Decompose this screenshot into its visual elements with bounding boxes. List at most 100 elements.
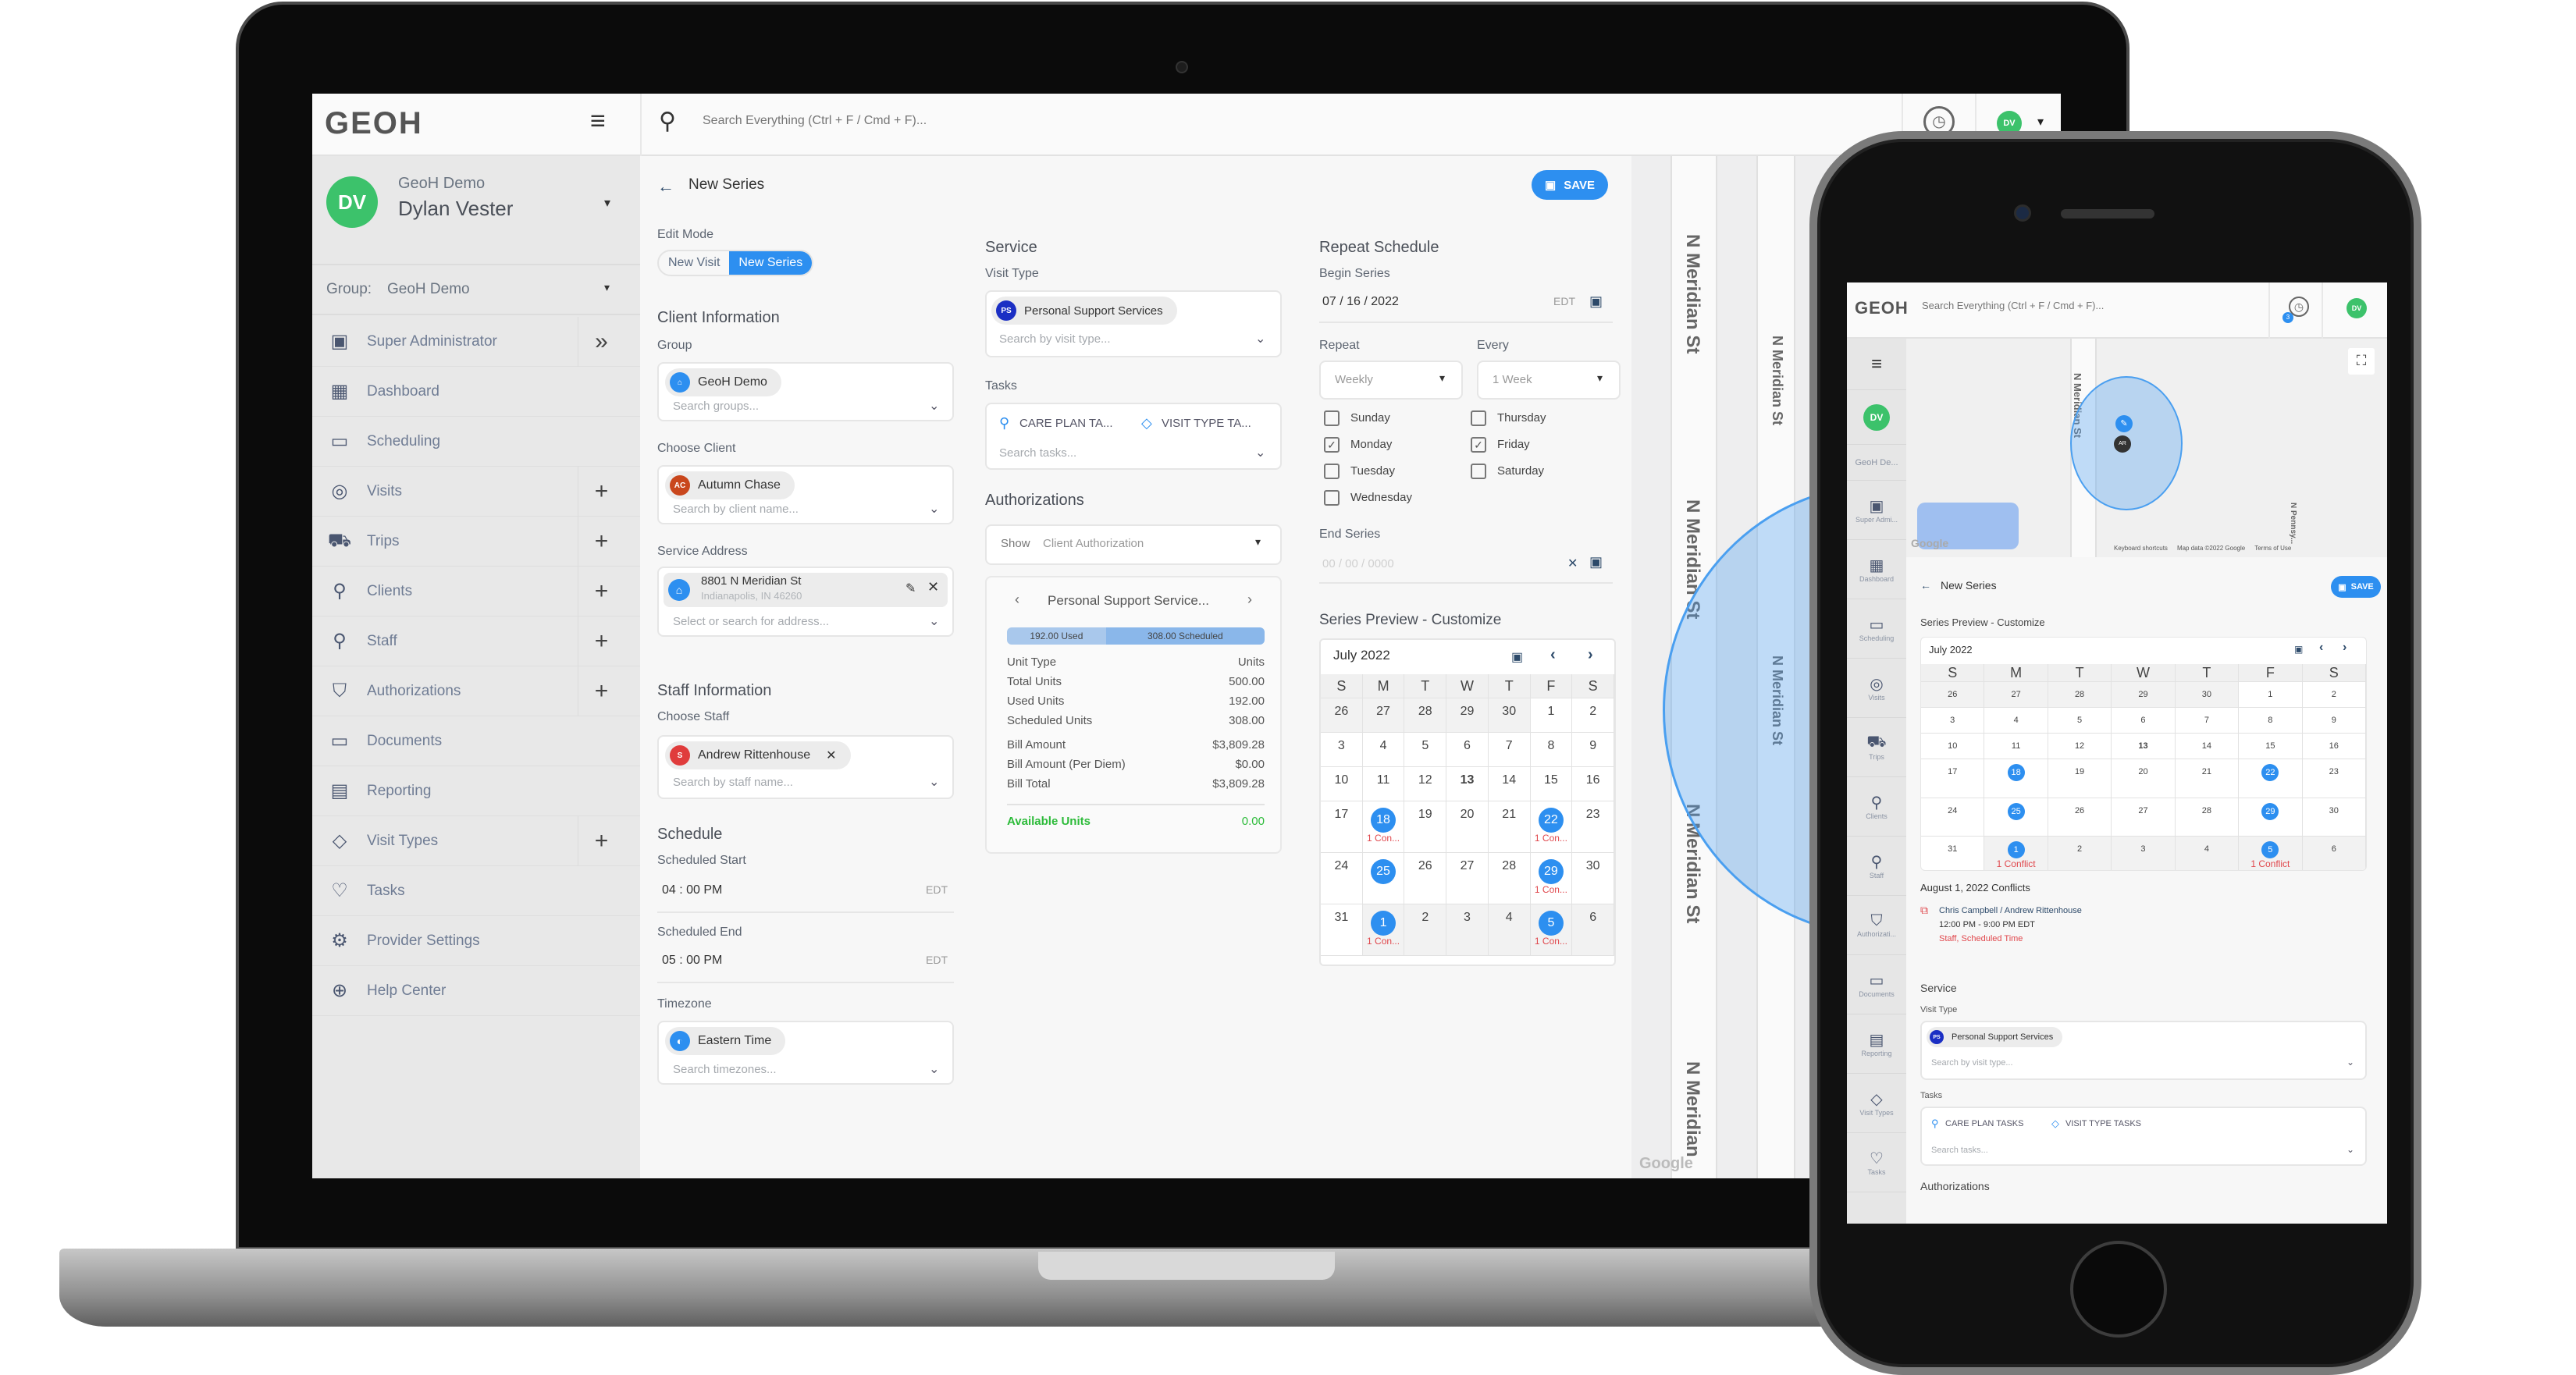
scheduled-start-input[interactable]: 04 : 00 PM EDT	[657, 879, 954, 913]
sidebar-item-documents[interactable]: ▭ Documents	[312, 716, 640, 766]
calendar-day[interactable]: 28	[1404, 698, 1447, 733]
phone-nav-item[interactable]: ▣ Super Admi...	[1847, 481, 1906, 540]
calendar-day[interactable]: 4	[1488, 904, 1531, 956]
sidebar-item-trips[interactable]: ⛟ Trips +	[312, 517, 640, 567]
edit-mode-new-visit[interactable]: New Visit	[659, 251, 729, 275]
calendar-day[interactable]: 31	[1921, 837, 1985, 870]
sidebar-item-reporting[interactable]: ▤ Reporting	[312, 766, 640, 816]
calendar-day[interactable]: 51 Con...	[1530, 904, 1573, 956]
calendar-day[interactable]: 11	[1362, 766, 1405, 801]
calendar-day[interactable]: 3	[2112, 837, 2176, 870]
add-plus-icon[interactable]: +	[578, 467, 624, 517]
checkbox-empty-icon[interactable]	[1471, 410, 1486, 426]
phone-user-avatar[interactable]: DV	[1847, 390, 1906, 445]
calendar-day[interactable]: 24	[1321, 852, 1363, 904]
keyboard-shortcuts-link[interactable]: Keyboard shortcuts	[2114, 545, 2168, 552]
calendar-day[interactable]: 29 1 Con...	[1530, 852, 1573, 904]
weekday-checkbox-thursday[interactable]: Thursday	[1471, 410, 1546, 426]
calendar-day[interactable]: 10	[1921, 734, 1985, 760]
calendar-day[interactable]: 26	[1921, 682, 1985, 709]
group-field[interactable]: ⌂ GeoH Demo Search groups... ⌄	[657, 362, 954, 421]
end-series-date-input[interactable]: 00 / 00 / 0000 ✕ ▣	[1319, 549, 1613, 584]
conflict-label[interactable]: 1 Con...	[1363, 833, 1404, 844]
calendar-day[interactable]: 4	[1362, 732, 1405, 767]
calendar-day[interactable]: 27	[2112, 798, 2176, 837]
remove-staff-x-icon[interactable]: ✕	[826, 748, 836, 763]
calendar-day[interactable]: 11 Con...	[1362, 904, 1405, 956]
calendar-day[interactable]: 26	[2048, 798, 2112, 837]
calendar-picker-icon[interactable]: ▣	[1511, 649, 1523, 665]
user-block[interactable]: DV GeoH Demo Dylan Vester ▾	[312, 156, 640, 265]
phone-nav-item[interactable]: ♡ Tasks	[1847, 1133, 1906, 1192]
checkbox-checked-icon[interactable]: ✓	[1471, 437, 1486, 453]
clear-x-icon[interactable]: ✕	[927, 579, 939, 595]
tasks-field[interactable]: ⚲ CARE PLAN TASKS ◇ VISIT TYPE TASKS Sea…	[1920, 1107, 2367, 1166]
calendar-day[interactable]: 23	[1572, 801, 1614, 853]
terms-link[interactable]: Terms of Use	[2254, 545, 2291, 552]
every-select[interactable]: 1 Week ▾	[1477, 361, 1621, 400]
weekday-checkbox-wednesday[interactable]: Wednesday	[1324, 490, 1412, 506]
calendar-day[interactable]: 19	[2048, 759, 2112, 798]
sidebar-item-super-administrator[interactable]: ▣ Super Administrator »	[312, 317, 640, 367]
sidebar-item-visits[interactable]: ◎ Visits +	[312, 467, 640, 517]
calendar-day[interactable]: 22	[2239, 759, 2303, 798]
hamburger-menu-icon[interactable]: ≡	[1847, 339, 1906, 390]
add-plus-icon[interactable]: +	[578, 616, 624, 666]
calendar-day[interactable]: 25	[1362, 852, 1405, 904]
phone-search-input[interactable]	[1922, 300, 2250, 311]
calendar-day[interactable]: 30	[1488, 698, 1531, 733]
calendar-day[interactable]: 3	[1321, 732, 1363, 767]
phone-nav-item[interactable]: ◇ Visit Types	[1847, 1074, 1906, 1133]
weekday-checkbox-tuesday[interactable]: Tuesday	[1324, 464, 1395, 479]
sidebar-item-clients[interactable]: ⚲ Clients +	[312, 567, 640, 616]
back-arrow-icon[interactable]: ←	[657, 176, 674, 197]
calendar-day[interactable]: 15	[2239, 734, 2303, 760]
calendar-day[interactable]: 13	[2112, 734, 2176, 760]
conflict-label[interactable]: 1 Con...	[1531, 884, 1572, 895]
add-plus-icon[interactable]: +	[578, 666, 624, 716]
address-field[interactable]: ⌂ 8801 N Meridian St Indianapolis, IN 46…	[657, 567, 954, 637]
sidebar-item-provider-settings[interactable]: ⚙ Provider Settings	[312, 916, 640, 966]
calendar-day[interactable]: 27	[1362, 698, 1405, 733]
calendar-day[interactable]: 28	[2175, 798, 2240, 837]
calendar-day[interactable]: 6	[1446, 732, 1489, 767]
next-authorization-chevron-icon[interactable]: ›	[1247, 592, 1252, 608]
calendar-day[interactable]: 7	[1488, 732, 1531, 767]
calendar-day[interactable]: 10	[1321, 766, 1363, 801]
edit-mode-new-series[interactable]: New Series	[729, 251, 813, 275]
phone-nav-item[interactable]: ▤ Reporting	[1847, 1014, 1906, 1074]
checkbox-empty-icon[interactable]	[1324, 410, 1340, 426]
visit-type-field[interactable]: PS Personal Support Services Search by vi…	[1920, 1021, 2367, 1080]
add-plus-icon[interactable]: +	[578, 816, 624, 866]
conflict-label[interactable]: 1 Con...	[1531, 833, 1572, 844]
phone-nav-item[interactable]: ⛟ Trips	[1847, 718, 1906, 777]
calendar-day[interactable]: 4	[1984, 708, 2048, 734]
care-plan-tasks-link[interactable]: CARE PLAN TA...	[1019, 417, 1112, 430]
back-arrow-icon[interactable]: ←	[1920, 579, 1931, 592]
calendar-day[interactable]: 28	[1488, 852, 1531, 904]
calendar-day[interactable]: 29	[2239, 798, 2303, 837]
calendar-day[interactable]: 29	[1446, 698, 1489, 733]
checkbox-empty-icon[interactable]	[1471, 464, 1486, 479]
authorization-filter-select[interactable]: Show Client Authorization ▾	[985, 524, 1282, 565]
conflict-label[interactable]: 1 Conflict	[1984, 858, 2047, 869]
visit-type-tasks-link[interactable]: VISIT TYPE TA...	[1162, 417, 1251, 430]
calendar-day[interactable]: 17	[1321, 801, 1363, 853]
calendar-day[interactable]: 13	[1446, 766, 1489, 801]
calendar-day[interactable]: 30	[2175, 682, 2240, 709]
calendar-day[interactable]: 16	[2302, 734, 2366, 760]
save-button[interactable]: ▣ SAVE	[1532, 170, 1608, 200]
phone-nav-item[interactable]: ⚲ Staff	[1847, 837, 1906, 896]
calendar-day[interactable]: 20	[2112, 759, 2176, 798]
prev-month-chevron-icon[interactable]: ‹	[1550, 646, 1556, 664]
timezone-field[interactable]: ◐ Eastern Time Search timezones... ⌄	[657, 1021, 954, 1085]
calendar-day[interactable]: 27	[1446, 852, 1489, 904]
hamburger-menu-icon[interactable]: ≡	[590, 106, 606, 137]
calendar-day[interactable]: 7	[2175, 708, 2240, 734]
phone-nav-item[interactable]: ⚲ Clients	[1847, 777, 1906, 837]
calendar-day[interactable]: 51 Conflict	[2239, 837, 2303, 870]
phone-home-button[interactable]	[2070, 1241, 2167, 1338]
prev-authorization-chevron-icon[interactable]: ‹	[1015, 592, 1019, 608]
calendar-day[interactable]: 1	[2239, 682, 2303, 709]
calendar-day[interactable]: 24	[1921, 798, 1985, 837]
